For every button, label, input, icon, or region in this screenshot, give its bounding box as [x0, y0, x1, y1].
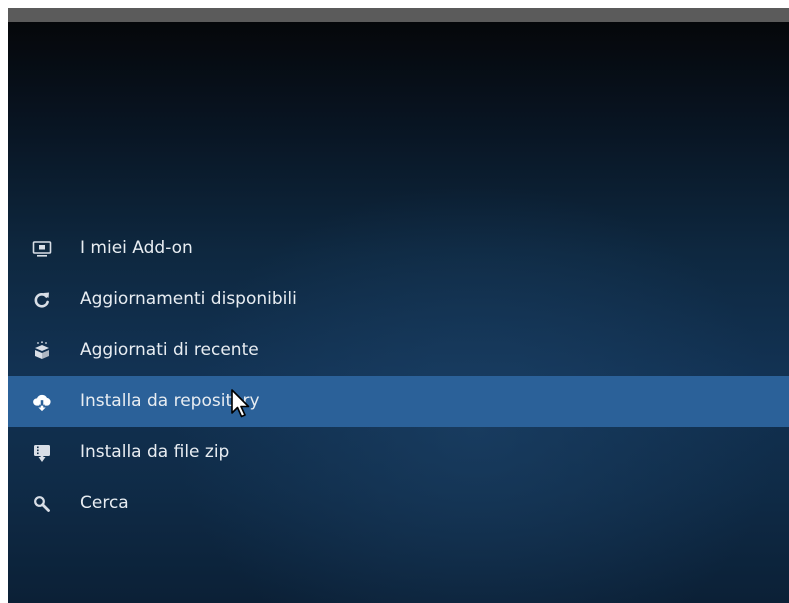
- addon-browser-screen: I miei Add-on Aggiornamenti disponibili: [8, 22, 789, 603]
- zip-install-icon: [32, 443, 52, 463]
- menu-item-label: I miei Add-on: [80, 238, 193, 258]
- menu-item-install-from-zip[interactable]: Installa da file zip: [8, 427, 789, 478]
- menu-item-search[interactable]: Cerca: [8, 478, 789, 529]
- window-top-bar: [8, 8, 789, 22]
- menu-item-install-from-repository[interactable]: Installa da repository: [8, 376, 789, 427]
- open-box-icon: [32, 341, 52, 361]
- monitor-box-icon: [32, 239, 52, 259]
- menu-item-label: Aggiornamenti disponibili: [80, 289, 297, 309]
- menu-item-available-updates[interactable]: Aggiornamenti disponibili: [8, 274, 789, 325]
- menu-item-label: Aggiornati di recente: [80, 340, 259, 360]
- menu-item-recently-updated[interactable]: Aggiornati di recente: [8, 325, 789, 376]
- menu-item-my-addons[interactable]: I miei Add-on: [8, 223, 789, 274]
- search-icon: [32, 494, 52, 514]
- menu-item-label: Installa da file zip: [80, 442, 230, 462]
- refresh-icon: [32, 290, 52, 310]
- cloud-download-icon: [32, 392, 52, 412]
- menu-item-label: Cerca: [80, 493, 129, 513]
- mouse-pointer-icon: [230, 389, 252, 419]
- addon-menu: I miei Add-on Aggiornamenti disponibili: [8, 223, 789, 529]
